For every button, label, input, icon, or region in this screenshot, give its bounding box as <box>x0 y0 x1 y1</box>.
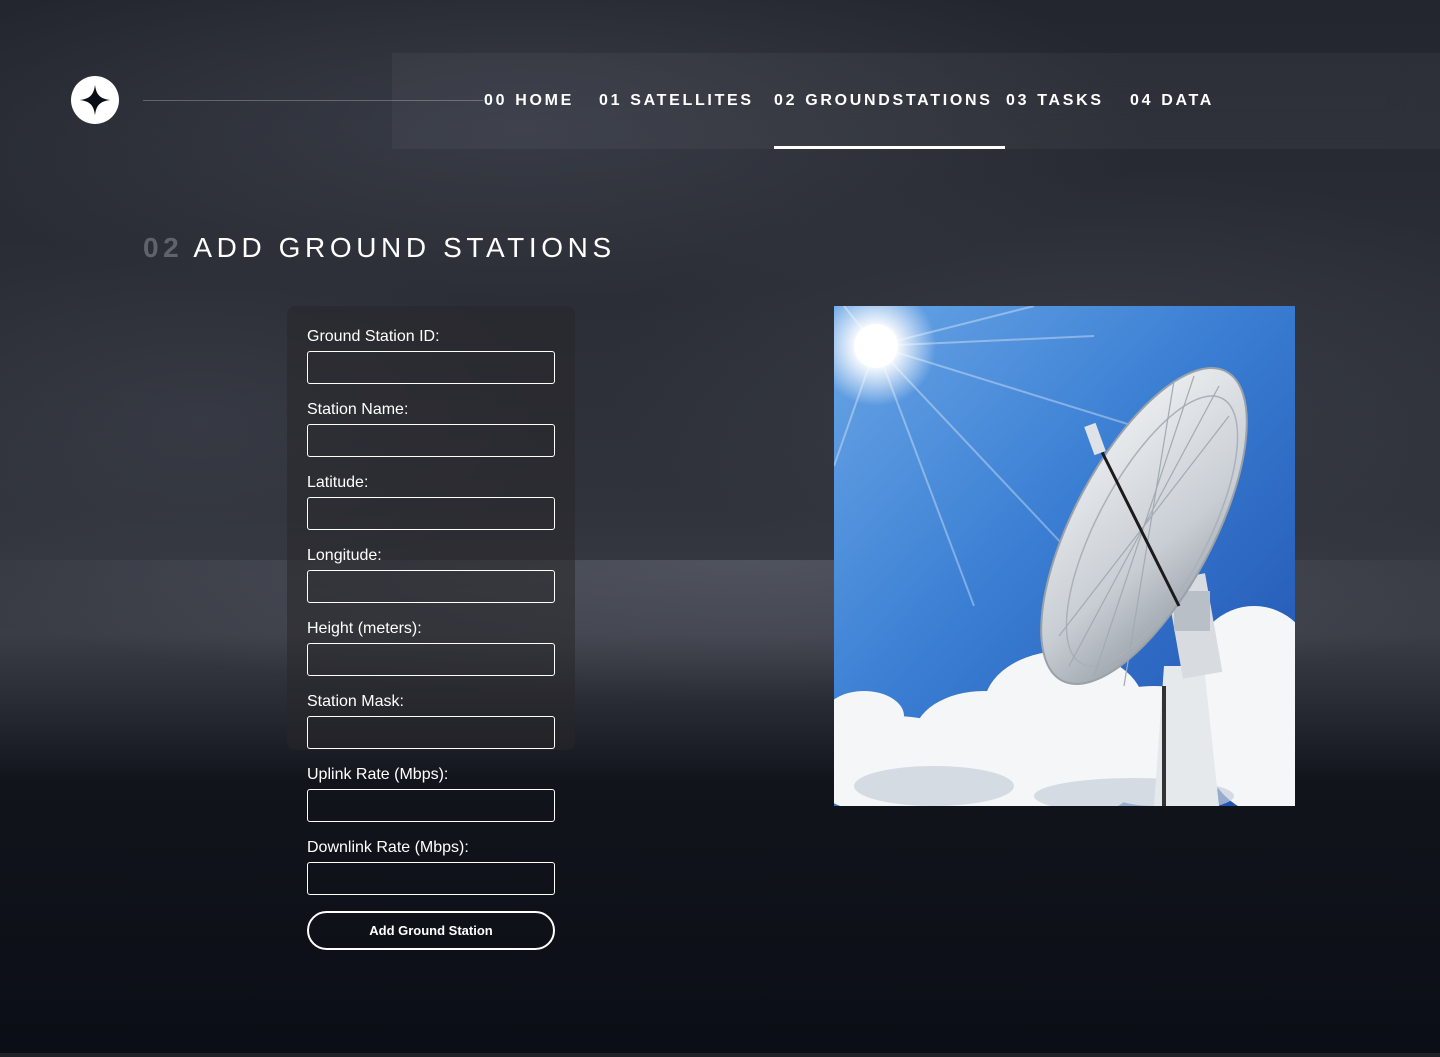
ground-station-id-input[interactable] <box>307 351 555 384</box>
nav-tasks-number: 03 <box>1006 92 1030 109</box>
page-title: 02 ADD GROUND STATIONS <box>143 232 616 264</box>
nav-data-label: DATA <box>1161 92 1215 109</box>
nav-groundstations-label: GROUNDSTATIONS <box>805 92 993 109</box>
station-mask-input[interactable] <box>307 716 555 749</box>
nav-satellites-label: SATELLITES <box>630 92 754 109</box>
logo-icon[interactable] <box>71 76 119 124</box>
main-navigation: 00 HOME 01 SATELLITES 02 GROUNDSTATIONS 03 T… <box>392 53 1440 149</box>
station-name-label: Station Name: <box>307 401 409 418</box>
downlink-rate-input[interactable] <box>307 862 555 895</box>
station-name-input[interactable] <box>307 424 555 457</box>
height-input[interactable] <box>307 643 555 676</box>
downlink-rate-label: Downlink Rate (Mbps): <box>307 839 469 856</box>
nav-home[interactable]: 00 HOME <box>484 53 574 149</box>
add-ground-station-button[interactable]: Add Ground Station <box>307 911 555 950</box>
page-bottom-border <box>0 1053 1440 1057</box>
nav-home-label: HOME <box>515 92 575 109</box>
station-mask-label: Station Mask: <box>307 693 404 710</box>
uplink-rate-label: Uplink Rate (Mbps): <box>307 766 449 783</box>
uplink-rate-input[interactable] <box>307 789 555 822</box>
ground-station-dish-image <box>834 306 1295 806</box>
page-root: 00 HOME 01 SATELLITES 02 GROUNDSTATIONS 03 T… <box>0 0 1440 1057</box>
star-icon <box>79 84 111 116</box>
longitude-input[interactable] <box>307 570 555 603</box>
ground-station-id-label: Ground Station ID: <box>307 328 440 345</box>
nav-groundstations[interactable]: 02 GROUNDSTATIONS <box>774 53 1005 149</box>
nav-satellites-number: 01 <box>599 92 623 109</box>
page-title-text: ADD GROUND STATIONS <box>193 232 616 263</box>
nav-home-number: 00 <box>484 92 508 109</box>
nav-data[interactable]: 04 DATA <box>1130 53 1214 149</box>
latitude-label: Latitude: <box>307 474 369 491</box>
add-ground-station-form: Ground Station ID: Station Name: Latitud… <box>307 327 555 950</box>
height-label: Height (meters): <box>307 620 422 637</box>
nav-satellites[interactable]: 01 SATELLITES <box>599 53 754 149</box>
nav-tasks[interactable]: 03 TASKS <box>1006 53 1104 149</box>
longitude-label: Longitude: <box>307 547 382 564</box>
nav-data-number: 04 <box>1130 92 1154 109</box>
latitude-input[interactable] <box>307 497 555 530</box>
page-title-number: 02 <box>143 232 184 263</box>
nav-tasks-label: TASKS <box>1037 92 1104 109</box>
nav-groundstations-number: 02 <box>774 92 798 109</box>
header-divider <box>143 100 483 101</box>
